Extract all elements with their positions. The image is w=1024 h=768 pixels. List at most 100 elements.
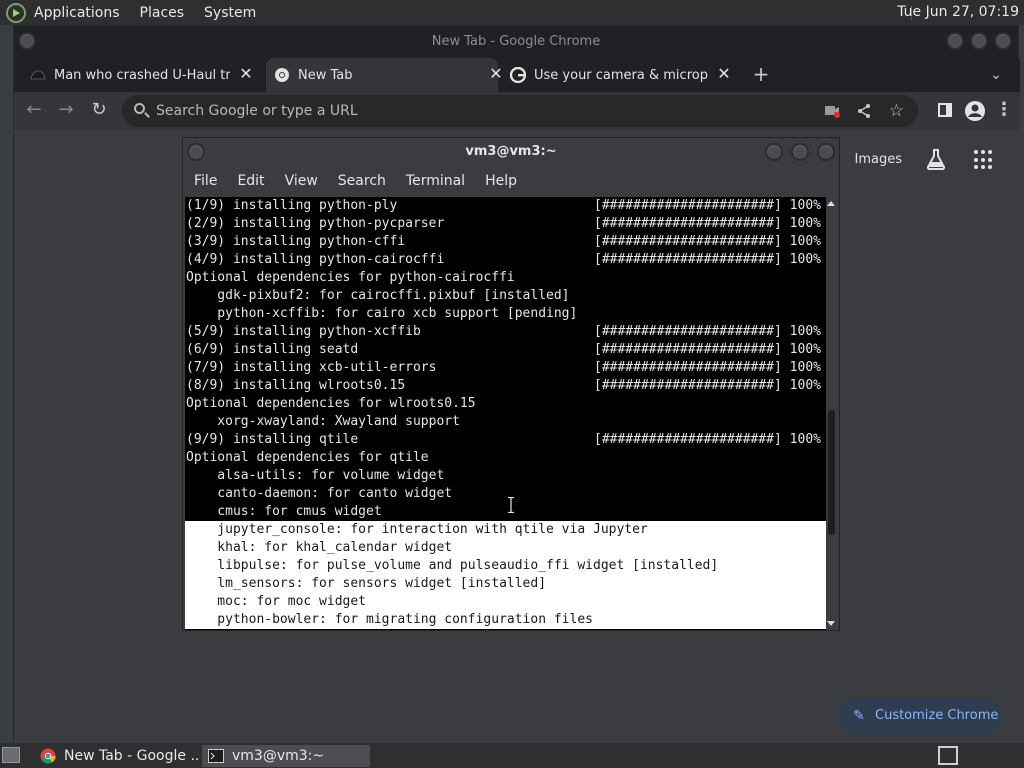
omnibox-placeholder: Search Google or type a URL [156,103,358,119]
labs-flask-icon[interactable] [926,148,946,170]
chrome-titlebar[interactable]: New Tab - Google Chrome [14,26,1018,58]
terminal-line-text: khal: for khal_calendar widget [186,540,453,555]
terminal-line-text: canto-daemon: for canto widget [186,486,453,501]
menu-places[interactable]: Places [130,5,195,21]
progress-bar-text: [######################] 100% [594,198,821,213]
terminal-line: cmus: for cmus widget [185,503,826,521]
terminal-line: canto-daemon: for canto widget [185,485,826,503]
terminal-line-text: gdk-pixbuf2: for cairocffi.pixbuf [insta… [186,288,570,303]
chrome-toolbar: ← → ↻ Search Google or type a URL ☆ ⋮ [14,92,1020,130]
terminal-line: khal: for khal_calendar widget [185,539,826,557]
omnibox[interactable]: Search Google or type a URL ☆ [122,95,918,127]
terminal-line-text: xorg-xwayland: Xwayland support [186,414,460,429]
terminal-line-text: Optional dependencies for wlroots0.15 [186,396,476,411]
terminal-line: alsa-utils: for volume widget [185,467,826,485]
terminal-menubar: File Edit View Search Terminal Help [183,166,839,196]
terminal-app-icon [208,749,224,763]
show-desktop-icon[interactable] [2,747,20,763]
terminal-line-text: (9/9) installing qtile [186,432,359,447]
taskbar-terminal[interactable]: vm3@vm3:~ [202,745,370,767]
images-link[interactable]: Images [855,152,903,167]
maximize-icon[interactable] [791,143,809,161]
tab-camera-microphone[interactable]: Use your camera & microphone ✕ [510,58,732,92]
search-icon [134,103,145,114]
menu-applications[interactable]: Applications [32,5,130,21]
distro-logo-icon[interactable] [6,2,26,23]
terminal-line-text: moc: for moc widget [186,594,367,609]
window-menu-icon[interactable] [18,32,36,50]
scroll-down-arrow-icon[interactable] [827,621,835,626]
menu-file[interactable]: File [194,173,217,189]
terminal-line-text: jupyter_console: for interaction with qt… [186,522,648,537]
progress-bar-text: [######################] 100% [594,378,821,393]
terminal-line-text: Optional dependencies for python-cairocf… [186,270,515,285]
terminal-line: Optional dependencies for wlroots0.15 [185,395,826,413]
maximize-icon[interactable] [970,32,988,50]
close-tab-icon[interactable]: ✕ [488,66,504,82]
pencil-icon: ✎ [853,708,865,724]
window-menu-icon[interactable] [187,143,205,161]
terminal-line: lm_sensors: for sensors widget [installe… [185,575,826,593]
close-tab-icon[interactable]: ✕ [716,66,732,82]
chrome-menu-icon[interactable]: ⋮ [994,100,1014,120]
customize-chrome-button[interactable]: ✎ Customize Chrome [837,698,1003,734]
close-window-icon[interactable] [817,143,835,161]
google-favicon-icon [510,67,526,83]
reload-icon[interactable]: ↻ [89,100,109,120]
menu-system[interactable]: System [194,5,266,21]
bottom-taskbar: New Tab - Google ... vm3@vm3:~ [0,743,1024,768]
bookmark-star-icon[interactable]: ☆ [889,95,904,127]
close-window-icon[interactable] [994,32,1012,50]
taskbar-label: vm3@vm3:~ [232,748,325,764]
scroll-up-arrow-icon[interactable] [827,201,835,206]
terminal-line-text: (4/9) installing python-cairocffi [186,252,445,267]
scrollbar-thumb[interactable] [828,410,835,535]
tab-uhaul-news[interactable]: Man who crashed U-Haul truck ✕ [30,58,254,92]
menu-terminal[interactable]: Terminal [406,173,465,189]
minimize-icon[interactable] [765,143,783,161]
news-site-favicon-icon [30,70,46,80]
tab-strip: Man who crashed U-Haul truck ✕ New Tab ✕… [14,58,1020,92]
tab-new-tab[interactable]: New Tab ✕ [266,58,503,92]
terminal-line-text: (6/9) installing seatd [186,342,359,357]
progress-bar-text: [######################] 100% [594,324,821,339]
taskbar-chrome[interactable]: New Tab - Google ... [34,745,198,767]
terminal-scrollbar[interactable] [826,197,837,630]
terminal-line: python-bowler: for migrating configurati… [185,611,826,629]
terminal-line: (5/9) installing python-xcffib [#########… [185,323,826,341]
terminal-line: moc: for moc widget [185,593,826,611]
tab-title: Man who crashed U-Haul truck [54,67,230,83]
share-icon[interactable] [856,103,872,119]
terminal-output[interactable]: (1/9) installing python-ply [############… [185,197,826,630]
tab-title: Use your camera & microphone [534,67,708,83]
menu-edit[interactable]: Edit [237,173,264,189]
progress-bar-text: [######################] 100% [594,342,821,357]
side-panel-icon[interactable] [938,103,952,117]
google-apps-icon[interactable] [974,150,994,170]
progress-bar-text: [######################] 100% [594,432,821,447]
profile-avatar-icon[interactable] [964,100,986,122]
terminal-line: (4/9) installing python-cairocffi [######… [185,251,826,269]
tab-search-chevron-icon[interactable]: ⌄ [986,65,1006,85]
menu-view[interactable]: View [285,173,318,189]
terminal-line: (1/9) installing python-ply [############… [185,197,826,215]
menu-help[interactable]: Help [485,173,517,189]
terminal-line-text: Optional dependencies for qtile [186,450,429,465]
terminal-line-text: python-xcffib: for cairo xcb support [pe… [186,306,578,321]
progress-bar-text: [######################] 100% [594,234,821,249]
close-tab-icon[interactable]: ✕ [238,66,254,82]
terminal-line: jupyter_console: for interaction with qt… [185,521,826,539]
chrome-logo-icon [40,748,56,764]
new-tab-button[interactable]: + [751,64,771,84]
minimize-icon[interactable] [946,32,964,50]
clock[interactable]: Tue Jun 27, 07:19 [897,4,1019,20]
back-icon[interactable]: ← [24,100,44,120]
terminal-line: (6/9) installing seatd [#################… [185,341,826,359]
menu-search[interactable]: Search [338,173,386,189]
terminal-line: gdk-pixbuf2: for cairocffi.pixbuf [insta… [185,287,826,305]
terminal-titlebar[interactable]: vm3@vm3:~ [183,138,839,166]
camera-blocked-icon[interactable] [824,104,840,118]
terminal-line-text: (2/9) installing python-pycparser [186,216,445,231]
forward-icon[interactable]: → [56,100,76,120]
workspace-switcher[interactable] [938,746,958,765]
